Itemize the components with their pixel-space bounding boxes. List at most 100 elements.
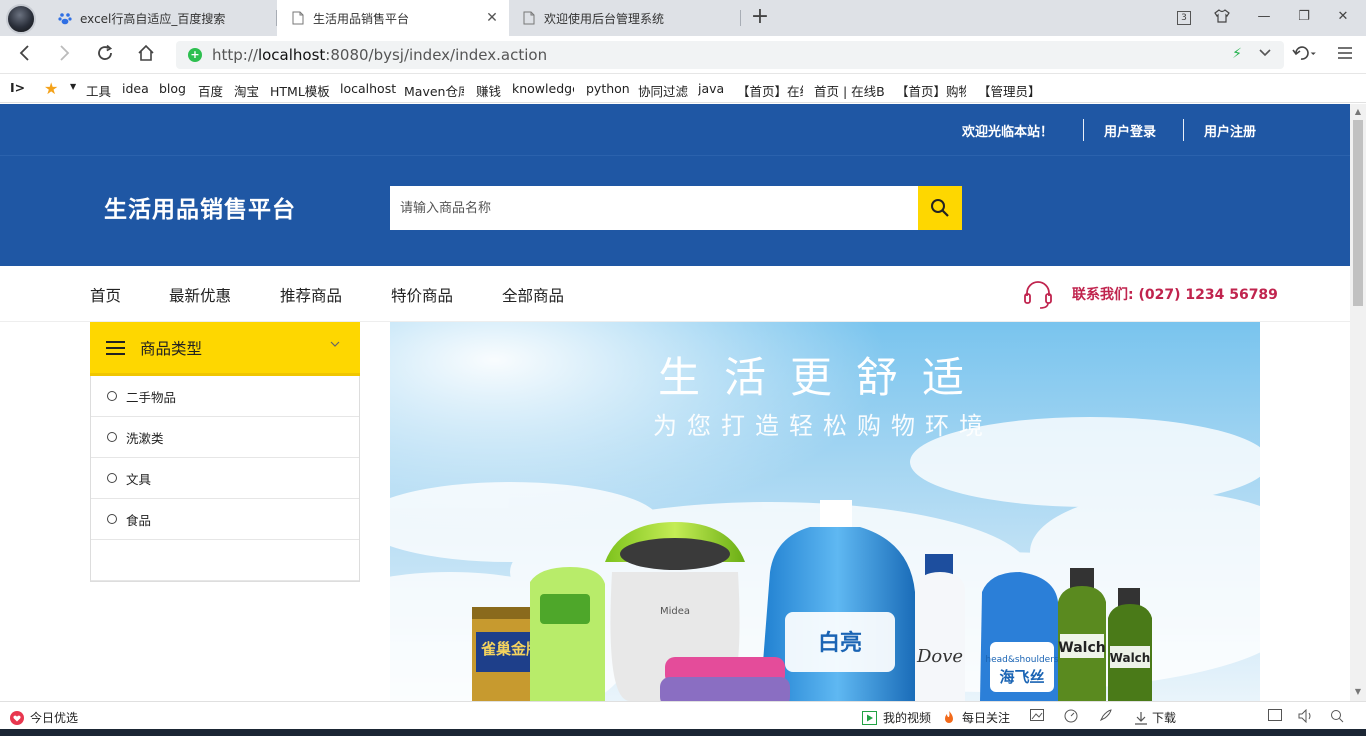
divider	[1083, 119, 1084, 141]
scroll-down-icon[interactable]: ▼	[1353, 687, 1363, 697]
heart-icon	[10, 710, 24, 725]
browser-toolbar: + http://localhost:8080/bysj/index/index…	[0, 36, 1366, 74]
contact-phone: 联系我们: (027) 1234 56789	[1072, 287, 1278, 303]
image-icon[interactable]	[1030, 709, 1044, 721]
banner-image: 生活更舒适 为您打造轻松购物环境 雀巢金牌 Midea 白亮 Dove head…	[390, 322, 1260, 701]
contact-info: 联系我们: (027) 1234 56789	[1022, 278, 1278, 310]
product-label: Walch	[1110, 651, 1151, 665]
search-button[interactable]	[918, 186, 962, 230]
bookmark-item[interactable]: 淘宝	[234, 81, 259, 100]
maximize-icon[interactable]: ❐	[1294, 9, 1314, 27]
bookmark-item[interactable]: blog	[159, 81, 186, 96]
bookmark-item[interactable]: 【首页】在线	[737, 81, 803, 100]
zoom-icon[interactable]	[1330, 709, 1344, 723]
video-play-icon	[862, 710, 877, 725]
tab-counter[interactable]: 3	[1174, 9, 1194, 27]
tab-divider	[740, 10, 741, 26]
bookmark-item[interactable]: 【管理员】	[978, 81, 1044, 100]
circle-bullet-icon	[107, 473, 117, 483]
undo-close-icon[interactable]	[1290, 44, 1320, 66]
reload-icon[interactable]	[94, 44, 116, 66]
scroll-up-icon[interactable]: ▲	[1353, 107, 1363, 117]
profile-avatar[interactable]	[6, 4, 36, 34]
circle-bullet-icon	[107, 432, 117, 442]
nav-recommended[interactable]: 推荐商品	[280, 284, 342, 306]
tab-title: 生活用品销售平台	[313, 11, 410, 26]
bookmark-item[interactable]: java	[698, 81, 724, 96]
home-icon[interactable]	[135, 44, 157, 66]
category-item[interactable]: 食品	[91, 499, 359, 540]
category-item[interactable]: 二手物品	[91, 376, 359, 417]
menu-icon[interactable]	[1334, 44, 1356, 66]
minimize-icon[interactable]: —	[1254, 9, 1274, 27]
downloads[interactable]: 下载	[1134, 709, 1176, 726]
category-header[interactable]: 商品类型	[90, 322, 360, 376]
category-item[interactable]: 洗漱类	[91, 417, 359, 458]
hamburger-icon	[106, 340, 125, 355]
page-icon	[291, 11, 305, 25]
site-header: 生活用品销售平台	[0, 156, 1350, 266]
site-topbar: 欢迎光临本站！ 用户登录 用户注册	[0, 104, 1350, 156]
scrollbar-thumb[interactable]	[1353, 120, 1363, 306]
lightning-icon[interactable]: ⚡	[1232, 46, 1242, 62]
address-bar[interactable]: + http://localhost:8080/bysj/index/index…	[176, 41, 1284, 69]
bookmark-item[interactable]: 百度	[198, 81, 223, 100]
today-picks[interactable]: 今日优选	[10, 709, 78, 726]
bookmark-item[interactable]: idea	[122, 81, 149, 96]
bookmark-item[interactable]: 【首页】购物	[896, 81, 966, 100]
chevron-down-icon[interactable]	[1258, 45, 1272, 63]
speed-icon[interactable]	[1064, 709, 1078, 723]
site-logo[interactable]: 生活用品销售平台	[104, 190, 296, 224]
page-scrollbar[interactable]: ▲ ▼	[1350, 104, 1366, 701]
bookmark-item[interactable]: python	[586, 81, 630, 96]
headset-icon	[1024, 281, 1052, 309]
banner-tagline: 为您打造轻松购物环境	[653, 412, 993, 440]
browser-statusbar: 今日优选 我的视频 每日关注 下载	[0, 701, 1366, 729]
tab-shop-platform[interactable]: 生活用品销售平台 ✕	[277, 0, 509, 36]
circle-bullet-icon	[107, 391, 117, 401]
search-input[interactable]	[390, 186, 918, 230]
hero-banner[interactable]: 生活更舒适 为您打造轻松购物环境 雀巢金牌 Midea 白亮 Dove head…	[390, 322, 1260, 701]
bookmark-item[interactable]: 协同过滤	[638, 81, 688, 100]
register-link[interactable]: 用户注册	[1204, 121, 1256, 140]
chevron-down-icon	[330, 340, 340, 351]
baidu-paw-icon	[58, 11, 72, 25]
bookmark-item[interactable]: localhost	[340, 81, 396, 96]
nav-latest-deals[interactable]: 最新优惠	[169, 284, 231, 306]
bookmark-item[interactable]: Maven仓库	[404, 81, 464, 100]
window-icon[interactable]	[1268, 709, 1282, 721]
tab-title: 欢迎使用后台管理系统	[544, 11, 665, 26]
bookmark-item[interactable]: knowledge	[512, 81, 574, 96]
bookmark-item[interactable]: 工具	[86, 81, 111, 100]
caret-down-icon[interactable]: ▼	[70, 82, 76, 91]
nav-all-products[interactable]: 全部商品	[502, 284, 564, 306]
daily-follow[interactable]: 每日关注	[942, 709, 1010, 726]
nav-home[interactable]: 首页	[90, 284, 121, 306]
category-item[interactable]: 文具	[91, 458, 359, 499]
search-box	[390, 186, 918, 230]
back-icon[interactable]	[13, 44, 35, 66]
login-link[interactable]: 用户登录	[1104, 121, 1156, 140]
bookmark-item[interactable]: HTML模板	[270, 81, 330, 100]
speaker-icon[interactable]	[1298, 709, 1314, 723]
bookmark-item[interactable]: 赚钱	[476, 81, 501, 100]
close-tab-icon[interactable]: ✕	[485, 11, 499, 25]
my-videos[interactable]: 我的视频	[862, 709, 931, 726]
tab-admin-system[interactable]: 欢迎使用后台管理系统	[512, 0, 740, 36]
bookmark-item[interactable]: 首页 | 在线B	[814, 81, 884, 100]
shirt-skin-icon[interactable]	[1212, 9, 1232, 27]
tab-baidu-search[interactable]: excel行高自适应_百度搜索	[48, 0, 276, 36]
sidebar-toggle-icon[interactable]: I>	[10, 80, 25, 95]
tab-title: excel行高自适应_百度搜索	[80, 11, 226, 26]
product-label: Dove	[916, 646, 963, 667]
rocket-icon[interactable]	[1098, 709, 1112, 723]
product-label: 白亮	[818, 630, 862, 656]
new-tab-icon[interactable]: +	[750, 6, 770, 28]
category-title: 商品类型	[140, 339, 203, 358]
secure-site-icon: +	[188, 48, 202, 62]
star-icon[interactable]: ★	[44, 79, 58, 98]
forward-icon[interactable]	[54, 44, 76, 66]
nav-special-price[interactable]: 特价商品	[391, 284, 453, 306]
product-label: Midea	[660, 606, 690, 617]
close-window-icon[interactable]: ✕	[1333, 9, 1353, 27]
